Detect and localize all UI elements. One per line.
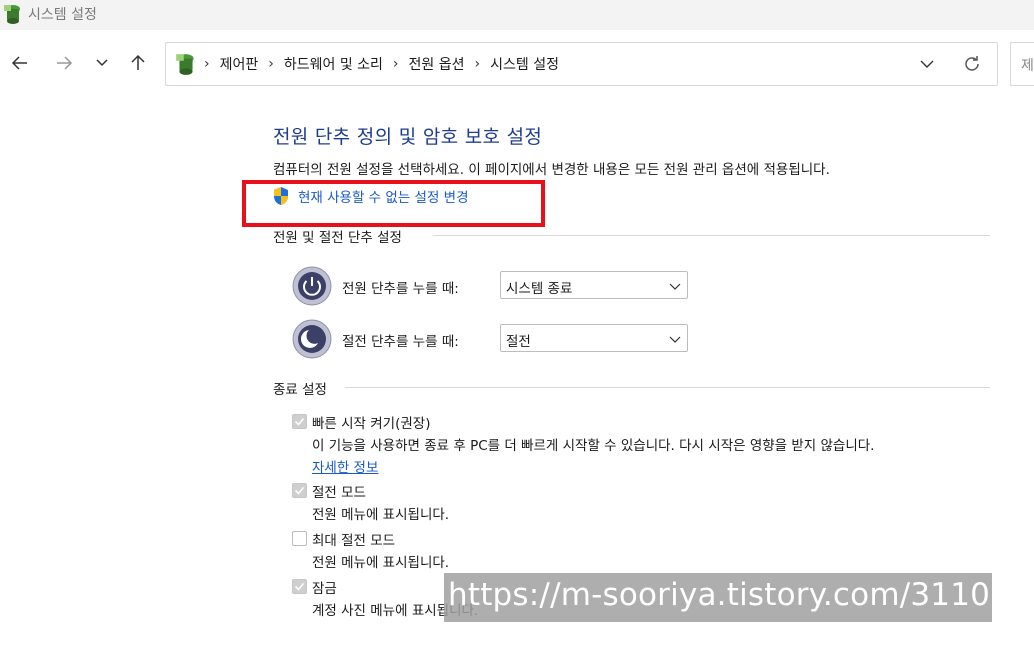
page-title: 전원 단추 정의 및 암호 보호 설정 xyxy=(273,126,543,148)
chevron-down-icon xyxy=(669,336,681,343)
watermark: https://m-sooriya.tistory.com/31101 xyxy=(444,573,1010,622)
change-unavailable-settings-link[interactable]: 현재 사용할 수 없는 설정 변경 xyxy=(272,186,469,206)
arrow-left-icon xyxy=(11,56,27,70)
chevron-down-icon xyxy=(920,60,934,68)
more-info-link[interactable]: 자세한 정보 xyxy=(312,456,378,476)
fast-startup-label: 빠른 시작 켜기(권장) xyxy=(312,416,431,432)
breadcrumb-separator: › xyxy=(474,56,481,72)
power-button-icon xyxy=(292,266,332,306)
breadcrumb-control-panel[interactable]: 제어판 xyxy=(220,54,259,74)
sleep-mode-checkbox[interactable] xyxy=(292,483,307,498)
sleep-button-action-value: 절전 xyxy=(506,334,531,350)
section-divider xyxy=(345,387,990,388)
uac-shield-icon xyxy=(274,187,288,205)
up-button[interactable] xyxy=(126,51,150,75)
refresh-icon xyxy=(965,56,979,71)
section-divider xyxy=(433,235,990,236)
forward-button[interactable] xyxy=(52,51,76,75)
breadcrumb-system-settings[interactable]: 시스템 설정 xyxy=(490,54,559,74)
breadcrumb-separator: › xyxy=(268,56,274,72)
sleep-button-action-select[interactable]: 절전 xyxy=(500,324,688,352)
fast-startup-checkbox[interactable] xyxy=(292,414,307,429)
search-input[interactable]: 제 xyxy=(1010,42,1034,86)
checkmark-icon xyxy=(294,582,305,591)
power-button-label: 전원 단추를 누를 때: xyxy=(342,281,459,297)
power-section-title: 전원 및 절전 단추 설정 xyxy=(273,230,402,246)
title-bar: 시스템 설정 xyxy=(0,0,1034,30)
lock-label: 잠금 xyxy=(312,581,337,597)
sleep-mode-label: 절전 모드 xyxy=(312,485,366,501)
chevron-down-icon xyxy=(96,59,108,67)
hibernate-description: 전원 메뉴에 표시됩니다. xyxy=(312,555,450,571)
power-button-action-select[interactable]: 시스템 종료 xyxy=(500,271,688,299)
sleep-button-icon xyxy=(292,319,332,359)
back-button[interactable] xyxy=(8,51,32,75)
chevron-down-icon xyxy=(669,283,681,290)
arrow-right-icon xyxy=(57,56,73,70)
power-button-action-value: 시스템 종료 xyxy=(506,281,573,297)
power-section-header: 전원 및 절전 단추 설정 xyxy=(273,226,990,246)
lock-checkbox[interactable] xyxy=(292,579,307,594)
address-dropdown-button[interactable] xyxy=(916,53,938,75)
breadcrumb-separator: › xyxy=(392,56,399,72)
shutdown-section-header: 종료 설정 xyxy=(273,378,990,398)
change-link-label: 현재 사용할 수 없는 설정 변경 xyxy=(298,190,469,206)
address-bar[interactable]: › 제어판 › 하드웨어 및 소리 › 전원 옵션 › 시스템 설정 xyxy=(165,42,998,86)
breadcrumb-power-options[interactable]: 전원 옵션 xyxy=(409,54,465,74)
page-description: 컴퓨터의 전원 설정을 선택하세요. 이 페이지에서 변경한 내용은 모든 전원… xyxy=(273,162,830,178)
navigation-bar: › 제어판 › 하드웨어 및 소리 › 전원 옵션 › 시스템 설정 제 xyxy=(0,30,1034,98)
arrow-up-icon xyxy=(131,54,145,70)
hibernate-label: 최대 절전 모드 xyxy=(312,533,396,549)
window-title: 시스템 설정 xyxy=(28,7,97,23)
sleep-mode-description: 전원 메뉴에 표시됩니다. xyxy=(312,507,450,523)
checkmark-icon xyxy=(294,417,305,426)
hibernate-checkbox[interactable] xyxy=(292,531,307,546)
power-button-row: 전원 단추를 누를 때: 시스템 종료 xyxy=(292,266,688,306)
sleep-button-row: 절전 단추를 누를 때: 절전 xyxy=(292,319,688,359)
recent-locations-button[interactable] xyxy=(90,51,114,75)
control-panel-icon xyxy=(176,54,194,75)
control-panel-icon xyxy=(4,5,20,24)
fast-startup-description: 이 기능을 사용하면 종료 후 PC를 더 빠르게 시작할 수 있습니다. 다시… xyxy=(312,438,875,454)
main-content: 전원 단추 정의 및 암호 보호 설정 컴퓨터의 전원 설정을 선택하세요. 이… xyxy=(0,98,1034,664)
search-placeholder: 제 xyxy=(1021,58,1034,74)
refresh-button[interactable] xyxy=(961,53,983,75)
checkmark-icon xyxy=(294,486,305,495)
breadcrumb-hardware-sound[interactable]: 하드웨어 및 소리 xyxy=(284,54,383,74)
breadcrumb: › 제어판 › 하드웨어 및 소리 › 전원 옵션 › 시스템 설정 xyxy=(204,43,569,85)
shutdown-section-title: 종료 설정 xyxy=(273,382,327,398)
breadcrumb-separator: › xyxy=(204,56,210,72)
watermark-text: https://m-sooriya.tistory.com/31101 xyxy=(448,577,1010,613)
sleep-button-label: 절전 단추를 누를 때: xyxy=(342,334,459,350)
